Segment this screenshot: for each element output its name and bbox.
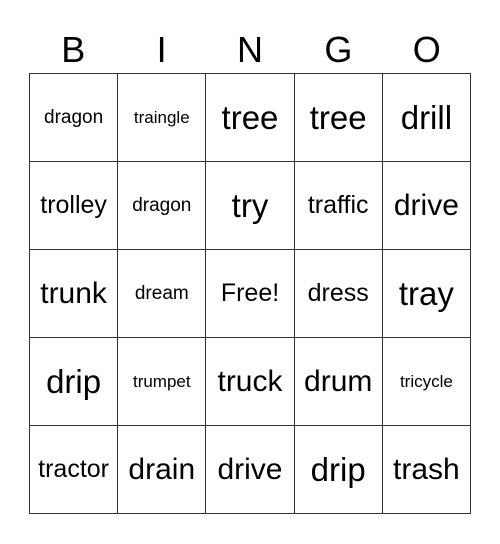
bingo-cell[interactable]: trunk [30,250,119,338]
bingo-cell[interactable]: tree [206,74,295,162]
bingo-cell[interactable]: trolley [30,162,119,250]
bingo-cell[interactable]: drum [294,338,383,426]
bingo-cell[interactable]: drip [294,426,383,514]
bingo-cell[interactable]: try [206,162,295,250]
bingo-cell[interactable]: tricycle [382,338,471,426]
bingo-cell[interactable]: dream [118,250,207,338]
header-letter-b: B [61,29,86,70]
bingo-cell[interactable]: tray [382,250,471,338]
bingo-cell[interactable]: tree [294,74,383,162]
bingo-cell[interactable]: dress [294,250,383,338]
bingo-cell[interactable]: drive [382,162,471,250]
bingo-cell[interactable]: trash [382,426,471,514]
header-letter-n: N [236,29,263,70]
bingo-grid: dragon traingle tree tree drill trolley … [29,73,471,514]
bingo-cell[interactable]: drain [118,426,207,514]
bingo-cell[interactable]: drive [206,426,295,514]
bingo-cell[interactable]: drip [30,338,119,426]
bingo-cell[interactable]: tractor [30,426,119,514]
bingo-cell[interactable]: dragon [118,162,207,250]
bingo-header: B I N G O [29,28,471,72]
header-letter-i: I [156,29,167,70]
bingo-cell[interactable]: traffic [294,162,383,250]
bingo-cell[interactable]: dragon [30,74,119,162]
bingo-cell[interactable]: truck [206,338,295,426]
header-letter-g: G [324,29,353,70]
bingo-cell[interactable]: trumpet [118,338,207,426]
free-space[interactable]: Free! [206,250,295,338]
bingo-cell[interactable]: traingle [118,74,207,162]
header-letter-o: O [412,29,441,70]
bingo-cell[interactable]: drill [382,74,471,162]
